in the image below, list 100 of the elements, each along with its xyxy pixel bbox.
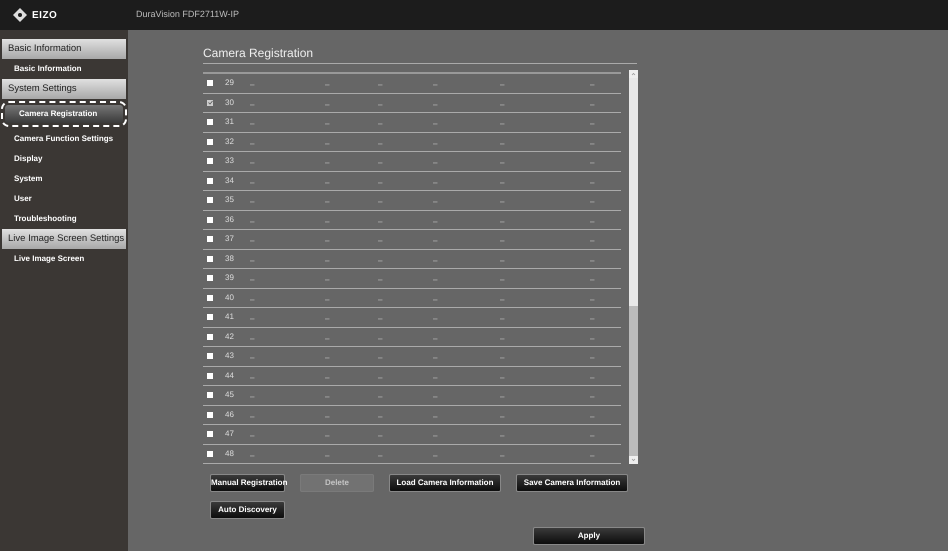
sidebar-item[interactable]: Camera Registration xyxy=(5,105,123,123)
table-cell: – xyxy=(500,236,504,246)
table-cell: – xyxy=(325,158,330,168)
row-checkbox[interactable] xyxy=(207,178,213,184)
table-cell: – xyxy=(500,256,504,265)
camera-number: 42 xyxy=(225,330,235,343)
table-cell: – xyxy=(590,236,594,246)
table-cell: – xyxy=(500,431,504,440)
table-cell: – xyxy=(590,80,594,90)
table-cell: – xyxy=(590,197,594,206)
table-cell: – xyxy=(378,236,382,246)
section-header: System Settings xyxy=(2,79,126,99)
sidebar-item[interactable]: Troubleshooting xyxy=(0,209,128,229)
table-cell: – xyxy=(250,450,254,460)
table-cell: – xyxy=(433,80,438,90)
table-cell: – xyxy=(433,294,438,304)
scrollbar[interactable] xyxy=(629,70,638,464)
scrollbar-thumb[interactable] xyxy=(629,78,638,306)
table-cell: – xyxy=(250,119,254,128)
table-cell: – xyxy=(250,431,254,440)
row-checkbox[interactable] xyxy=(207,314,213,320)
table-cell: – xyxy=(433,353,438,362)
row-checkbox[interactable] xyxy=(207,119,213,126)
table-cell: – xyxy=(433,334,438,343)
apply-button[interactable]: Apply xyxy=(533,527,645,545)
sidebar-item[interactable]: User xyxy=(0,189,128,209)
table-cell: – xyxy=(500,80,504,90)
table-cell: – xyxy=(590,372,594,382)
table-cell: – xyxy=(250,216,254,226)
camera-number: 43 xyxy=(225,350,235,362)
sidebar-item[interactable]: Camera Function Settings xyxy=(0,129,128,149)
sidebar-item[interactable]: Display xyxy=(0,149,128,169)
table-cell: – xyxy=(250,334,254,343)
table-cell: – xyxy=(325,392,330,402)
camera-number: 31 xyxy=(225,116,235,128)
row-checkbox[interactable] xyxy=(207,334,213,340)
row-checkbox[interactable] xyxy=(207,294,213,301)
table-cell: – xyxy=(590,158,594,168)
table-cell: – xyxy=(500,119,504,128)
sidebar-item[interactable]: Basic Information xyxy=(0,59,128,79)
row-checkbox[interactable] xyxy=(207,80,213,86)
table-cell: – xyxy=(325,275,330,284)
row-checkbox[interactable] xyxy=(207,275,213,282)
action-button[interactable]: Save Camera Information xyxy=(516,474,628,492)
table-cell: – xyxy=(433,275,438,284)
action-button[interactable]: Auto Discovery xyxy=(210,501,285,519)
table-cell: – xyxy=(250,412,254,421)
logo-text: EIZO xyxy=(32,8,58,22)
row-checkbox[interactable] xyxy=(207,216,213,223)
table-cell: – xyxy=(433,314,438,324)
row-checkbox[interactable] xyxy=(207,372,213,379)
table-cell: – xyxy=(500,294,504,304)
table-cell: – xyxy=(500,372,504,382)
camera-number: 34 xyxy=(225,174,235,187)
camera-number: 40 xyxy=(225,292,235,304)
row-checkbox[interactable] xyxy=(207,138,213,145)
camera-number: 45 xyxy=(225,389,235,402)
row-checkbox[interactable] xyxy=(207,392,213,398)
table-cell: – xyxy=(433,256,438,265)
action-button[interactable]: Load Camera Information xyxy=(389,474,501,492)
camera-number: 32 xyxy=(225,136,235,148)
row-checkbox[interactable] xyxy=(207,431,213,438)
table-cell: – xyxy=(433,392,438,402)
table-cell: – xyxy=(250,80,254,90)
table-cell: – xyxy=(378,138,382,148)
table-cell: – xyxy=(378,372,382,382)
table-cell: – xyxy=(378,294,382,304)
sidebar-item[interactable]: Live Image Screen xyxy=(0,249,128,269)
table-cell: – xyxy=(433,236,438,246)
row-checkbox[interactable] xyxy=(207,158,213,164)
row-checkbox[interactable] xyxy=(207,197,213,204)
table-cell: – xyxy=(378,158,382,168)
page-title: Camera Registration xyxy=(203,44,637,64)
table-cell: – xyxy=(500,353,504,362)
camera-number: 46 xyxy=(225,408,235,421)
table-cell: – xyxy=(250,353,254,362)
action-button[interactable]: Manual Registration xyxy=(210,474,285,492)
table-cell: – xyxy=(500,216,504,226)
table-cell: – xyxy=(378,392,382,402)
sidebar-item[interactable]: System xyxy=(0,169,128,189)
table-cell: – xyxy=(590,334,594,343)
table-cell: – xyxy=(250,178,254,187)
table-cell: – xyxy=(590,353,594,362)
table-cell: – xyxy=(378,256,382,265)
row-checkbox[interactable] xyxy=(207,412,213,418)
table-cell: – xyxy=(500,314,504,324)
table-cell: – xyxy=(378,450,382,460)
row-checkbox[interactable] xyxy=(207,256,213,262)
table-cell: – xyxy=(433,412,438,421)
table-cell: – xyxy=(500,178,504,187)
row-checkbox[interactable] xyxy=(207,100,213,106)
row-checkbox[interactable] xyxy=(207,450,213,457)
camera-number: 36 xyxy=(225,214,235,226)
table-cell: – xyxy=(590,216,594,226)
table-cell: – xyxy=(500,100,504,109)
camera-number: 37 xyxy=(225,233,235,246)
table-cell: – xyxy=(500,275,504,284)
row-checkbox[interactable] xyxy=(207,353,213,360)
table-cell: – xyxy=(500,412,504,421)
row-checkbox[interactable] xyxy=(207,236,213,242)
